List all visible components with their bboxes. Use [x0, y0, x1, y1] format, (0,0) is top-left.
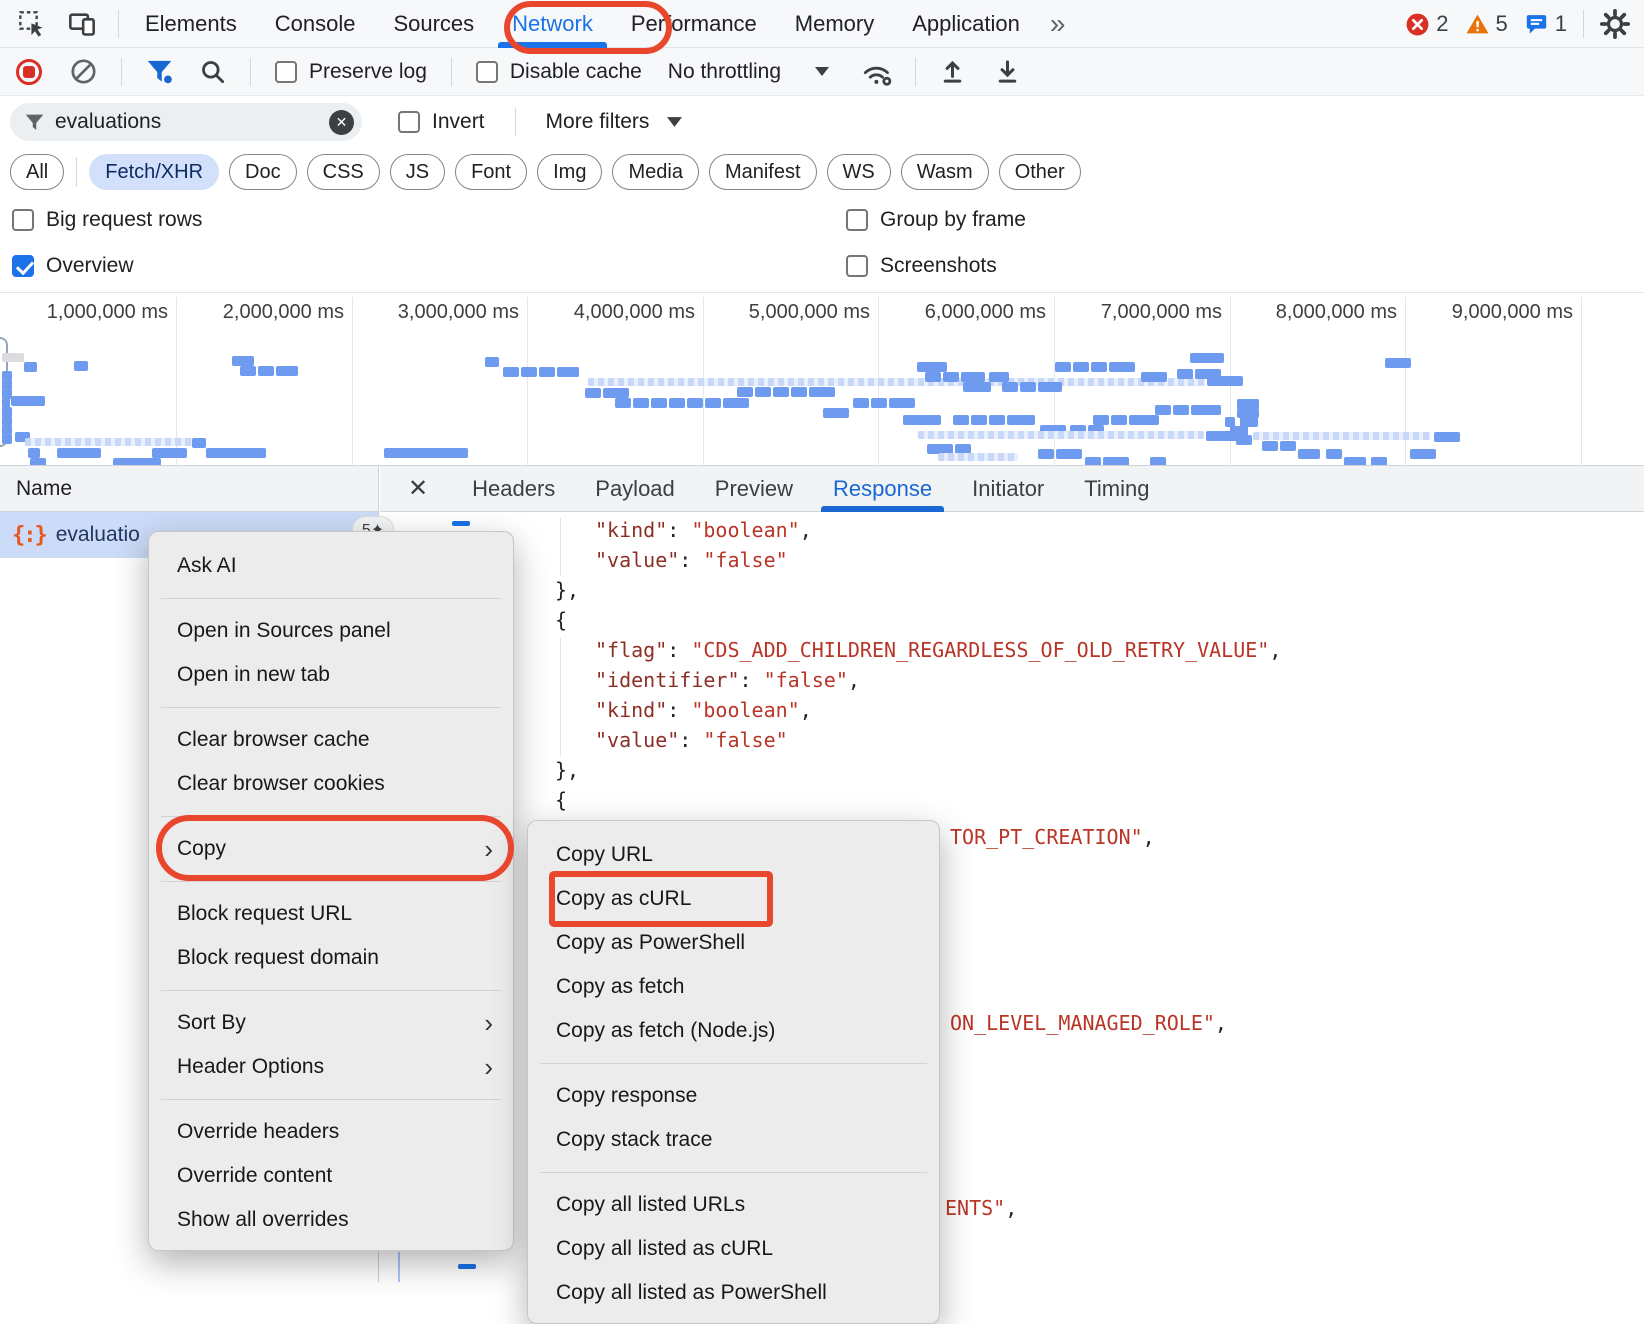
- menu-item-override-content[interactable]: Override content: [149, 1154, 513, 1198]
- menu-separator: [540, 1172, 927, 1173]
- response-code-line: },: [555, 575, 579, 605]
- menu-item-copy[interactable]: Copy›: [149, 827, 513, 871]
- menu-item-clear-browser-cache[interactable]: Clear browser cache: [149, 718, 513, 762]
- menu-item-block-request-domain[interactable]: Block request domain: [149, 936, 513, 980]
- menu-item-copy-all-listed-as-curl[interactable]: Copy all listed as cURL: [528, 1227, 939, 1271]
- menu-item-block-request-url[interactable]: Block request URL: [149, 892, 513, 936]
- response-code-line: "identifier": "false",: [595, 665, 860, 695]
- menu-item-clear-browser-cookies[interactable]: Clear browser cookies: [149, 762, 513, 806]
- menu-item-open-in-sources-panel[interactable]: Open in Sources panel: [149, 609, 513, 653]
- menu-separator: [161, 816, 501, 817]
- response-code-line: {: [555, 605, 567, 635]
- menu-separator: [540, 1063, 927, 1064]
- response-code-fragment: ENTS",: [945, 1193, 1017, 1223]
- menu-item-copy-all-listed-urls[interactable]: Copy all listed URLs: [528, 1183, 939, 1227]
- menu-item-ask-ai[interactable]: Ask AI: [149, 544, 513, 588]
- code-fold-marker[interactable]: [458, 1264, 476, 1269]
- menu-item-copy-as-curl[interactable]: Copy as cURL: [528, 877, 939, 921]
- response-code-line: {: [555, 785, 567, 815]
- menu-separator: [161, 881, 501, 882]
- gutter-cursor-line: [398, 1252, 400, 1282]
- menu-item-show-all-overrides[interactable]: Show all overrides: [149, 1198, 513, 1242]
- menu-item-copy-as-fetch[interactable]: Copy as fetch: [528, 965, 939, 1009]
- response-code-line: },: [555, 755, 579, 785]
- menu-item-override-headers[interactable]: Override headers: [149, 1110, 513, 1154]
- menu-item-copy-url[interactable]: Copy URL: [528, 833, 939, 877]
- response-code-line: "kind": "boolean",: [595, 695, 812, 725]
- response-code-line: "kind": "boolean",: [595, 515, 812, 545]
- menu-item-copy-response[interactable]: Copy response: [528, 1074, 939, 1118]
- menu-separator: [161, 598, 501, 599]
- submenu-arrow-icon: ›: [484, 836, 493, 862]
- request-context-menu: Ask AI Open in Sources panelOpen in new t…: [148, 531, 514, 1251]
- submenu-arrow-icon: ›: [484, 1010, 493, 1036]
- code-fold-marker[interactable]: [452, 521, 470, 526]
- menu-separator: [161, 1099, 501, 1100]
- response-code-line: "value": "false": [595, 545, 788, 575]
- menu-item-copy-all-listed-as-powershell[interactable]: Copy all listed as PowerShell: [528, 1271, 939, 1315]
- menu-separator: [161, 990, 501, 991]
- response-code-fragment: TOR_PT_CREATION",: [950, 822, 1155, 852]
- menu-item-copy-as-fetch-node-js[interactable]: Copy as fetch (Node.js): [528, 1009, 939, 1053]
- menu-item-copy-as-powershell[interactable]: Copy as PowerShell: [528, 921, 939, 965]
- response-code-line: "flag": "CDS_ADD_CHILDREN_REGARDLESS_OF_…: [595, 635, 1281, 665]
- menu-item-header-options[interactable]: Header Options›: [149, 1045, 513, 1089]
- submenu-arrow-icon: ›: [484, 1054, 493, 1080]
- response-code-fragment: ON_LEVEL_MANAGED_ROLE",: [950, 1008, 1227, 1038]
- menu-item-open-in-new-tab[interactable]: Open in new tab: [149, 653, 513, 697]
- response-code-line: "value": "false": [595, 725, 788, 755]
- menu-separator: [161, 707, 501, 708]
- menu-item-copy-stack-trace[interactable]: Copy stack trace: [528, 1118, 939, 1162]
- copy-submenu: Copy URLCopy as cURLCopy as PowerShellCo…: [527, 820, 940, 1324]
- menu-item-sort-by[interactable]: Sort By›: [149, 1001, 513, 1045]
